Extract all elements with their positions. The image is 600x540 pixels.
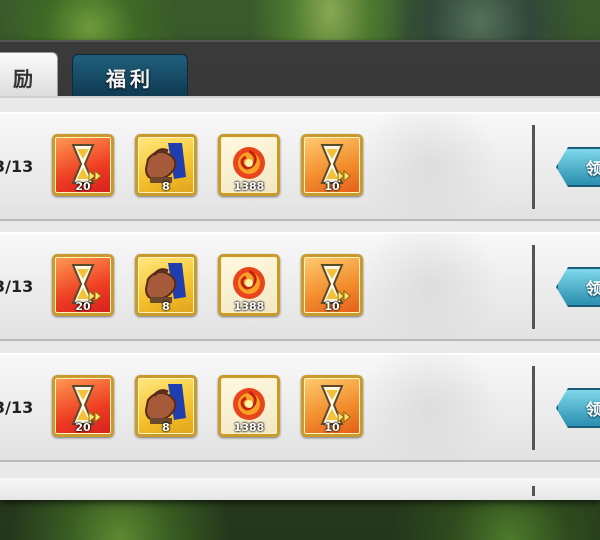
item-count: 10 bbox=[324, 300, 340, 313]
tab-rewards[interactable]: 励 bbox=[0, 52, 58, 102]
claim-button-label: 领 bbox=[586, 159, 600, 178]
reward-item-hourglass[interactable]: 10 bbox=[301, 134, 363, 196]
tab-welfare-label: 福利 bbox=[106, 66, 154, 91]
reward-row: 3/13 20 8 bbox=[0, 232, 600, 341]
claim-button[interactable]: 领 bbox=[556, 267, 600, 307]
item-count: 10 bbox=[324, 421, 340, 434]
item-count: 8 bbox=[162, 180, 170, 193]
row-divider bbox=[532, 366, 535, 450]
reward-item-strength[interactable]: 8 bbox=[135, 375, 197, 437]
item-count: 1388 bbox=[233, 421, 265, 434]
item-count: 20 bbox=[75, 300, 91, 313]
reward-item-hourglass[interactable]: 10 bbox=[301, 375, 363, 437]
item-count: 8 bbox=[162, 300, 170, 313]
reward-item-fire-orb[interactable]: 1388 bbox=[218, 375, 280, 437]
item-count: 8 bbox=[162, 421, 170, 434]
claim-button-label: 领 bbox=[586, 400, 600, 419]
reward-row-partial bbox=[0, 478, 600, 500]
reward-item-hourglass[interactable]: 20 bbox=[52, 375, 114, 437]
reward-item-hourglass[interactable]: 10 bbox=[301, 254, 363, 316]
item-count: 20 bbox=[75, 180, 91, 193]
row-progress: 3/13 bbox=[0, 398, 34, 417]
reward-row: 3/13 20 8 bbox=[0, 353, 600, 462]
claim-button[interactable]: 领 bbox=[556, 147, 600, 187]
reward-list: 3/13 20 8 bbox=[0, 96, 600, 500]
item-count: 10 bbox=[324, 180, 340, 193]
tab-bar: 励 福利 bbox=[0, 40, 600, 102]
item-count: 1388 bbox=[233, 180, 265, 193]
claim-button-label: 领 bbox=[586, 279, 600, 298]
row-divider bbox=[532, 245, 535, 329]
row-divider bbox=[532, 125, 535, 209]
row-divider bbox=[532, 486, 535, 496]
tab-rewards-label: 励 bbox=[13, 66, 37, 91]
row-progress: 3/13 bbox=[0, 157, 34, 176]
item-count: 20 bbox=[75, 421, 91, 434]
tab-welfare[interactable]: 福利 bbox=[72, 54, 188, 100]
item-count: 1388 bbox=[233, 300, 265, 313]
reward-item-hourglass[interactable]: 20 bbox=[52, 254, 114, 316]
reward-item-fire-orb[interactable]: 1388 bbox=[218, 134, 280, 196]
reward-item-strength[interactable]: 8 bbox=[135, 134, 197, 196]
reward-item-hourglass[interactable]: 20 bbox=[52, 134, 114, 196]
claim-button[interactable]: 领 bbox=[556, 388, 600, 428]
reward-item-fire-orb[interactable]: 1388 bbox=[218, 254, 280, 316]
reward-row: 3/13 20 8 bbox=[0, 112, 600, 221]
reward-item-strength[interactable]: 8 bbox=[135, 254, 197, 316]
row-progress: 3/13 bbox=[0, 277, 34, 296]
